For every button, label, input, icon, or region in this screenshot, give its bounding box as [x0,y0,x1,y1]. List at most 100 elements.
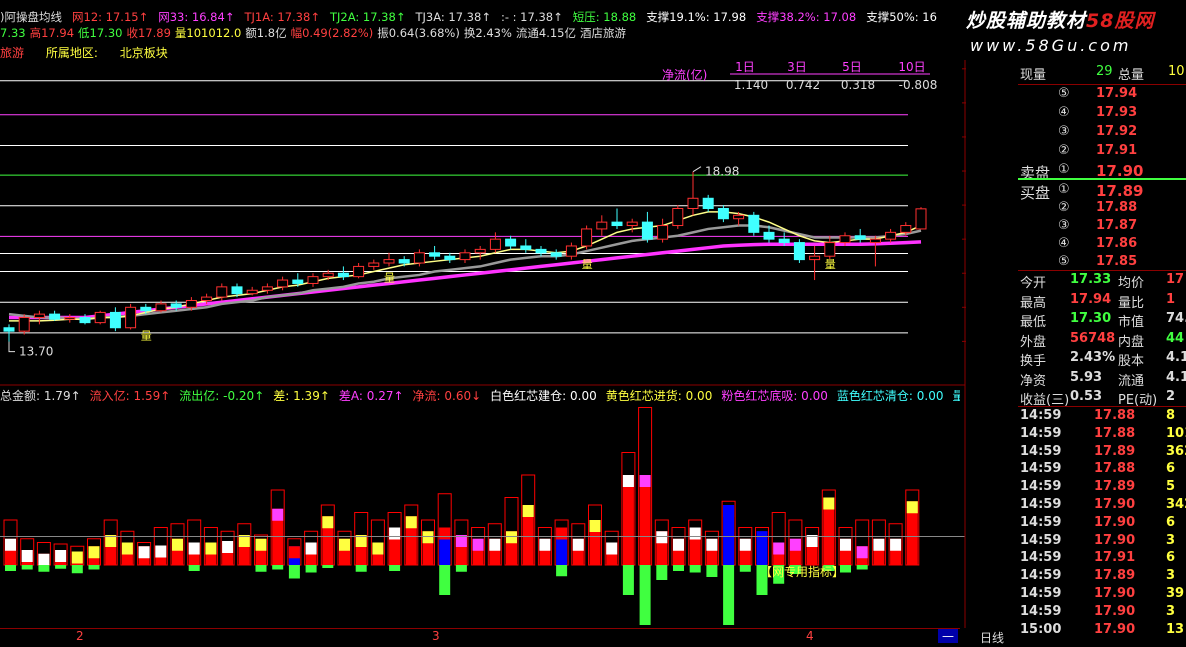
indicator-legend: 总金额: 1.79↑ 流入亿: 1.59↑ 流出亿: -0.20↑ 差: 1.39↑ 差… [0,387,960,405]
candle-body [733,214,745,220]
volume-bar-top [288,546,300,559]
outflow-bar [706,565,718,577]
indicator-legend-item: 净流: 0.60↓ [412,389,482,403]
tick-volume: 39 [1166,586,1185,601]
period-menu-button[interactable]: — [938,629,958,643]
candle-body [307,276,319,284]
stat-value: 17 [1166,272,1185,287]
stat-value: 17.94 [1070,291,1112,307]
candle-body [824,242,836,257]
support-levels [0,80,908,334]
indicator-legend-item: 差A: 0.27↑ [338,389,404,403]
tick-row: 14:59 17.88 8 [1018,408,1186,427]
ask-level: ⑤ [1058,86,1070,101]
ask-price: 17.91 [1096,143,1138,158]
tick-price: 17.90 [1094,497,1136,512]
volume-signal-label: 量 [384,272,395,285]
tick-volume: 3 [1166,603,1176,619]
volume-bar-top [539,538,551,551]
candle-body [717,208,729,220]
volume-bar-top [606,542,618,555]
quote-summary-item: 高17.94 [29,26,75,40]
bid-price: 17.85 [1096,254,1138,269]
volume-bar-top [706,538,718,551]
tick-row: 14:59 17.90 342 [1018,497,1186,516]
date-axis: 2 3 4 — [0,628,960,647]
stat-key: 今开 [1020,276,1047,291]
outflow-bar [71,565,83,574]
netflow-value: 0.318 [841,78,875,92]
stat-row: 外盘 56748 内盘 44 [1018,331,1186,350]
period-mode-tab[interactable]: 日线 [980,629,1004,646]
tick-time: 14:59 [1020,550,1062,566]
quote-summary-item: 流通4.15亿 [515,26,576,40]
bid-row: ③ 17.87 [1018,218,1186,237]
cur-vol-value: 29 [1096,64,1113,79]
special-indicator-tag: 【网专用指标】 [760,564,844,579]
stat-value: 4.1 [1166,369,1186,385]
bid-price: 17.87 [1096,218,1138,233]
outflow-bar [856,565,868,570]
tick-time: 14:59 [1020,461,1062,477]
ask-row: ③ 17.92 [1018,124,1186,143]
outflow-bar [305,565,317,573]
bid-row: ② 17.88 [1018,200,1186,219]
candle-body [185,299,197,308]
stat-value: 56748 [1070,330,1116,346]
outflow-bar [355,565,367,572]
volume-bar-top [723,505,735,517]
volume-bar-top [272,508,284,521]
outflow-bar [656,565,668,580]
netflow-period: 1日 [735,60,755,74]
outflow-bar [439,565,451,595]
netflow-period: 10日 [898,60,925,74]
ma-legend-row: )阿操盘均线 网12: 17.15↑ 网33: 16.84↑ TJ1A: 17.38↑… [0,9,947,25]
volume-bar-top [138,546,150,559]
candle-body [520,245,532,250]
candle-body [596,221,608,230]
candle-body [429,252,441,257]
volume-row: 现量 29 总量 10 [1018,64,1186,83]
outflow-bar [21,565,33,570]
quote-summary-item: 幅0.49(2.82%) [290,26,374,40]
candle-body [581,228,593,247]
volume-bar-top [38,553,50,565]
ask-price: 17.94 [1096,86,1138,101]
tick-volume: 5 [1166,479,1176,495]
ma-legend-item: 网33: 16.84↑ [158,10,235,24]
region-value[interactable]: 北京板块 [120,46,168,60]
ma-legend-item: TJ2A: 17.38↑ [329,10,406,24]
candle-body [140,306,152,312]
volume-bar-top [840,538,851,551]
outflow-bar [739,565,751,572]
volume-bar-top [489,538,501,551]
stat-key: 均价 [1118,276,1145,291]
indicator-legend-item: 白色红芯建仓: 0.00 [490,389,597,403]
candle-body [854,235,866,240]
outflow-bar [723,565,735,625]
cur-vol-label: 现量 [1020,68,1047,83]
candle-body [885,231,897,240]
candle-body [155,303,167,312]
candle-body [687,197,699,209]
tick-price: 17.89 [1094,479,1136,495]
indicator-legend-item: 流入亿: 1.59↑ [89,389,171,403]
volume-bar-top [823,497,835,510]
outflow-bar [639,565,651,625]
kline-chart[interactable]: 18.9813.70量量量量 净流(亿)1日1.1403日0.7425日0.31… [0,60,966,628]
volume-bar-top [21,550,33,562]
volume-bar-top [906,501,918,514]
stat-key: 最高 [1020,295,1047,311]
volume-bar-top [172,538,183,551]
tick-time: 14:59 [1020,425,1062,441]
tick-price: 17.91 [1094,550,1136,566]
netflow-title: 净流(亿) [662,67,707,82]
watermark-brand: 炒股辅助教材58股网 [966,10,1155,32]
stat-key: 内盘 [1118,334,1145,350]
stat-value: 2 [1166,389,1176,404]
tick-price: 17.88 [1094,461,1136,477]
quote-summary-item: 收17.89 [126,26,171,40]
volume-bar-top [405,516,417,529]
ask-level: ③ [1058,124,1070,139]
outflow-bar [673,565,684,571]
